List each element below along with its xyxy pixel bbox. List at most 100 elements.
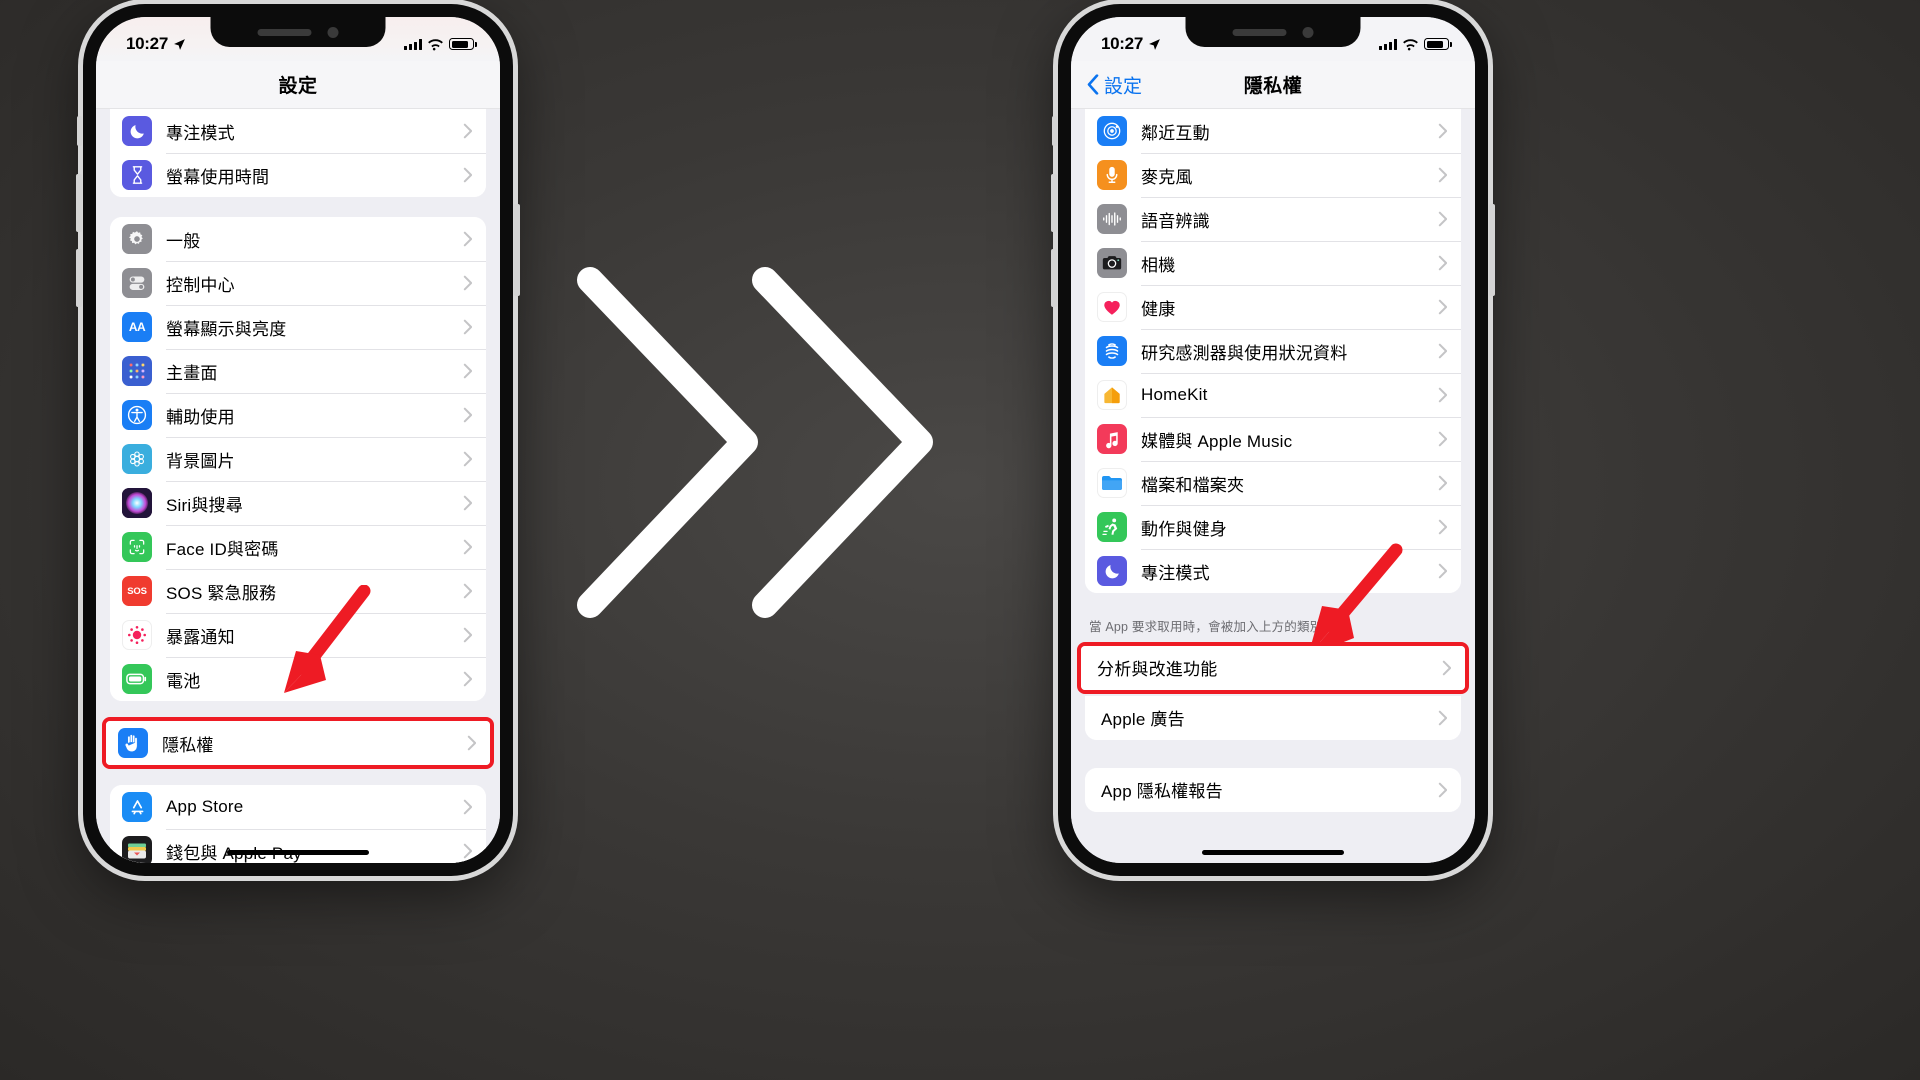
settings-group-1: 專注模式 螢幕使用時間 xyxy=(110,109,486,197)
chevron-right-icon xyxy=(463,583,472,599)
sidebar-item-exposure-notifications[interactable]: 暴露通知 xyxy=(110,613,486,657)
privacy-item-app-privacy-report[interactable]: App 隱私權報告 xyxy=(1085,767,1461,812)
row-label: HomeKit xyxy=(1141,385,1208,404)
status-bar-right xyxy=(404,38,477,51)
privacy-group-report: App 隱私權報告 xyxy=(1085,767,1461,812)
row-label: Siri與搜尋 xyxy=(166,495,243,515)
privacy-list[interactable]: 鄰近互動 麥克風 語音辨識 相機 健康 研究感測器與使用狀況資料 HomeKit… xyxy=(1071,109,1475,863)
sidebar-item-wallet[interactable]: 錢包與 Apple Pay xyxy=(110,829,486,863)
privacy-item-speech-recognition[interactable]: 語音辨識 xyxy=(1085,197,1461,241)
location-arrow-icon xyxy=(174,38,185,50)
forward-chevrons-decoration xyxy=(577,267,933,618)
status-time: 10:27 xyxy=(1101,34,1143,53)
chevron-right-icon xyxy=(463,275,472,291)
row-label: 背景圖片 xyxy=(166,451,235,471)
homekit-house-icon xyxy=(1097,380,1127,410)
sidebar-item-home-screen[interactable]: 主畫面 xyxy=(110,349,486,393)
privacy-item-focus[interactable]: 專注模式 xyxy=(1085,549,1461,593)
sos-icon: SOS xyxy=(122,576,152,606)
sidebar-item-accessibility[interactable]: 輔助使用 xyxy=(110,393,486,437)
volume-up-button[interactable] xyxy=(76,174,82,232)
sidebar-item-wallpaper[interactable]: 背景圖片 xyxy=(110,437,486,481)
row-label: 螢幕使用時間 xyxy=(166,167,270,187)
face-id-icon xyxy=(122,532,152,562)
focus-moon-icon xyxy=(122,116,152,146)
research-sensor-icon xyxy=(1097,336,1127,366)
right-phone-frame: 10:27 設定 隱私權 鄰近互動 麥克風 語音辨識 相機 健康 研究感測器與使… xyxy=(1051,4,1495,876)
earpiece-speaker xyxy=(1232,28,1287,36)
privacy-group-1: 鄰近互動 麥克風 語音辨識 相機 健康 研究感測器與使用狀況資料 HomeKit… xyxy=(1085,109,1461,593)
row-label: 媒體與 Apple Music xyxy=(1141,431,1293,451)
screen-time-hourglass-icon xyxy=(122,160,152,190)
chevron-right-icon xyxy=(463,231,472,247)
volume-down-button[interactable] xyxy=(76,249,82,307)
row-label: Apple 廣告 xyxy=(1101,710,1185,730)
left-phone-frame: 10:27 設定 專注模式 螢幕使用時間 一般 控制中心 AA 螢幕顯示與亮度 … xyxy=(76,4,520,876)
power-button[interactable] xyxy=(514,204,520,296)
chevron-left-icon xyxy=(1087,74,1099,95)
volume-up-button[interactable] xyxy=(1051,174,1057,232)
notch xyxy=(1185,17,1361,47)
sidebar-item-general[interactable]: 一般 xyxy=(110,217,486,261)
wifi-icon xyxy=(1403,38,1418,50)
row-label: 隱私權 xyxy=(162,735,214,755)
sidebar-item-battery[interactable]: 電池 xyxy=(110,657,486,701)
row-label: 暴露通知 xyxy=(166,627,235,647)
privacy-item-media-apple-music[interactable]: 媒體與 Apple Music xyxy=(1085,417,1461,461)
sidebar-item-face-id[interactable]: Face ID與密碼 xyxy=(110,525,486,569)
chevron-right-icon xyxy=(1442,660,1451,676)
settings-list[interactable]: 專注模式 螢幕使用時間 一般 控制中心 AA 螢幕顯示與亮度 主畫面 輔助使用 … xyxy=(96,109,500,863)
chevron-right-icon xyxy=(463,799,472,815)
privacy-item-nearby-interactions[interactable]: 鄰近互動 xyxy=(1085,109,1461,153)
speech-recognition-icon xyxy=(1097,204,1127,234)
row-label: SOS 緊急服務 xyxy=(166,583,277,603)
chevron-right-icon xyxy=(1438,782,1447,798)
row-label: 電池 xyxy=(166,671,201,691)
row-label: 輔助使用 xyxy=(166,407,235,427)
chevron-right-icon xyxy=(463,123,472,139)
sidebar-item-app-store[interactable]: App Store xyxy=(110,785,486,829)
sidebar-item-siri-search[interactable]: Siri與搜尋 xyxy=(110,481,486,525)
chevron-right-icon xyxy=(1438,255,1447,271)
chevron-right-icon xyxy=(463,363,472,379)
row-label: 主畫面 xyxy=(166,363,218,383)
sidebar-item-focus[interactable]: 專注模式 xyxy=(110,109,486,153)
privacy-item-files-folders[interactable]: 檔案和檔案夾 xyxy=(1085,461,1461,505)
status-bar-left: 10:27 xyxy=(1101,34,1161,54)
right-phone-screen: 10:27 設定 隱私權 鄰近互動 麥克風 語音辨識 相機 健康 研究感測器與使… xyxy=(1071,17,1475,863)
status-bar-left: 10:27 xyxy=(126,34,186,54)
privacy-item-health[interactable]: 健康 xyxy=(1085,285,1461,329)
back-button[interactable]: 設定 xyxy=(1087,71,1142,98)
chevron-right-icon xyxy=(463,495,472,511)
sidebar-item-screen-time[interactable]: 螢幕使用時間 xyxy=(110,153,486,197)
privacy-item-analytics-improvements[interactable]: 分析與改進功能 xyxy=(1081,645,1465,690)
volume-down-button[interactable] xyxy=(1051,249,1057,307)
chevron-right-icon xyxy=(1438,123,1447,139)
privacy-item-apple-advertising[interactable]: Apple 廣告 xyxy=(1085,695,1461,740)
privacy-item-microphone[interactable]: 麥克風 xyxy=(1085,153,1461,197)
row-label: 螢幕顯示與亮度 xyxy=(166,319,287,339)
sidebar-item-control-center[interactable]: 控制中心 xyxy=(110,261,486,305)
wallpaper-flower-icon xyxy=(122,444,152,474)
privacy-item-camera[interactable]: 相機 xyxy=(1085,241,1461,285)
row-label: App 隱私權報告 xyxy=(1101,782,1223,802)
chevron-right-icon xyxy=(1438,387,1447,403)
silent-switch[interactable] xyxy=(77,116,82,146)
privacy-item-homekit[interactable]: HomeKit xyxy=(1085,373,1461,417)
nearby-interactions-icon xyxy=(1097,116,1127,146)
wifi-icon xyxy=(428,38,443,50)
chevron-right-icon xyxy=(463,539,472,555)
home-indicator[interactable] xyxy=(227,850,369,855)
exposure-notification-icon xyxy=(122,620,152,650)
back-button-label: 設定 xyxy=(1104,76,1143,97)
silent-switch[interactable] xyxy=(1052,116,1057,146)
sidebar-item-sos[interactable]: SOS SOS 緊急服務 xyxy=(110,569,486,613)
power-button[interactable] xyxy=(1489,204,1495,296)
chevron-right-icon xyxy=(463,407,472,423)
home-indicator[interactable] xyxy=(1202,850,1344,855)
location-arrow-icon xyxy=(1149,38,1160,50)
privacy-item-research-sensor[interactable]: 研究感測器與使用狀況資料 xyxy=(1085,329,1461,373)
privacy-item-motion-fitness[interactable]: 動作與健身 xyxy=(1085,505,1461,549)
sidebar-item-display-brightness[interactable]: AA 螢幕顯示與亮度 xyxy=(110,305,486,349)
sidebar-item-privacy[interactable]: 隱私權 xyxy=(106,721,490,765)
